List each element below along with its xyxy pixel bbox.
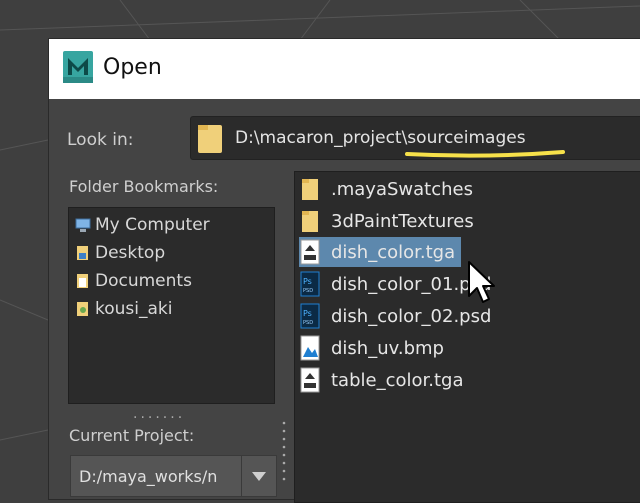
file-list: .mayaSwatches 3dPaintTextures dish_color… [294, 171, 640, 503]
bmp-file-icon [300, 335, 320, 361]
computer-icon [75, 218, 91, 232]
chevron-down-icon [252, 472, 266, 481]
mouse-cursor-icon [468, 261, 495, 303]
dialog-title: Open [103, 55, 162, 80]
horizontal-splitter-handle[interactable]: ....... [133, 406, 185, 422]
folder-icon [302, 211, 318, 232]
current-project-label: Current Project: [69, 426, 195, 445]
psd-file-icon: Ps PSD [300, 271, 320, 297]
file-item-table-color-tga[interactable]: table_color.tga [299, 365, 470, 395]
svg-text:PSD: PSD [303, 320, 313, 326]
desktop-icon [77, 246, 88, 260]
file-item-dish-color-tga[interactable]: dish_color.tga [299, 237, 462, 267]
dropdown-arrow-button[interactable] [241, 456, 276, 496]
vertical-splitter-handle[interactable] [282, 419, 286, 499]
file-item-dish-uv-bmp[interactable]: dish_uv.bmp [299, 333, 450, 363]
highlight-underline [405, 150, 565, 158]
folder-icon [302, 179, 318, 200]
bookmark-documents[interactable]: Documents [75, 268, 192, 294]
tga-file-icon [300, 239, 320, 265]
file-label: dish_uv.bmp [331, 337, 444, 359]
folder-bookmarks-label: Folder Bookmarks: [69, 177, 219, 196]
bookmark-desktop[interactable]: Desktop [75, 240, 165, 266]
psd-file-icon: Ps PSD [300, 303, 320, 329]
bookmark-label: Documents [95, 271, 192, 291]
bookmark-my-computer[interactable]: My Computer [75, 212, 210, 238]
file-item-3dpainttextures[interactable]: 3dPaintTextures [299, 206, 480, 236]
open-dialog: Open Look in: D:\macaron_project\sourcei… [48, 38, 640, 503]
svg-text:Ps: Ps [303, 277, 312, 286]
file-label: table_color.tga [331, 369, 464, 391]
svg-text:PSD: PSD [303, 288, 313, 294]
current-project-value: D:/maya_works/n [79, 467, 218, 486]
file-label: dish_color.tga [331, 241, 456, 263]
svg-text:Ps: Ps [303, 309, 312, 318]
bookmark-label: kousi_aki [95, 299, 173, 319]
folder-icon [198, 125, 222, 153]
look-in-path: D:\macaron_project\sourceimages [235, 128, 526, 148]
bookmark-label: My Computer [95, 215, 210, 235]
file-item-mayaswatches[interactable]: .mayaSwatches [299, 174, 479, 204]
look-in-label: Look in: [67, 130, 134, 150]
bookmark-kousi-aki[interactable]: kousi_aki [75, 296, 172, 322]
maya-logo-icon [63, 51, 93, 83]
file-label: 3dPaintTextures [331, 210, 474, 232]
file-label: .mayaSwatches [331, 178, 473, 200]
folder-bookmarks-list: My Computer Desktop Documents kousi_aki [68, 207, 275, 404]
current-project-dropdown[interactable]: D:/maya_works/n [70, 455, 277, 497]
documents-icon [77, 274, 88, 288]
bookmark-label: Desktop [95, 243, 166, 263]
tga-file-icon [300, 367, 320, 393]
user-folder-icon [77, 302, 88, 316]
dialog-titlebar: Open [49, 39, 640, 99]
